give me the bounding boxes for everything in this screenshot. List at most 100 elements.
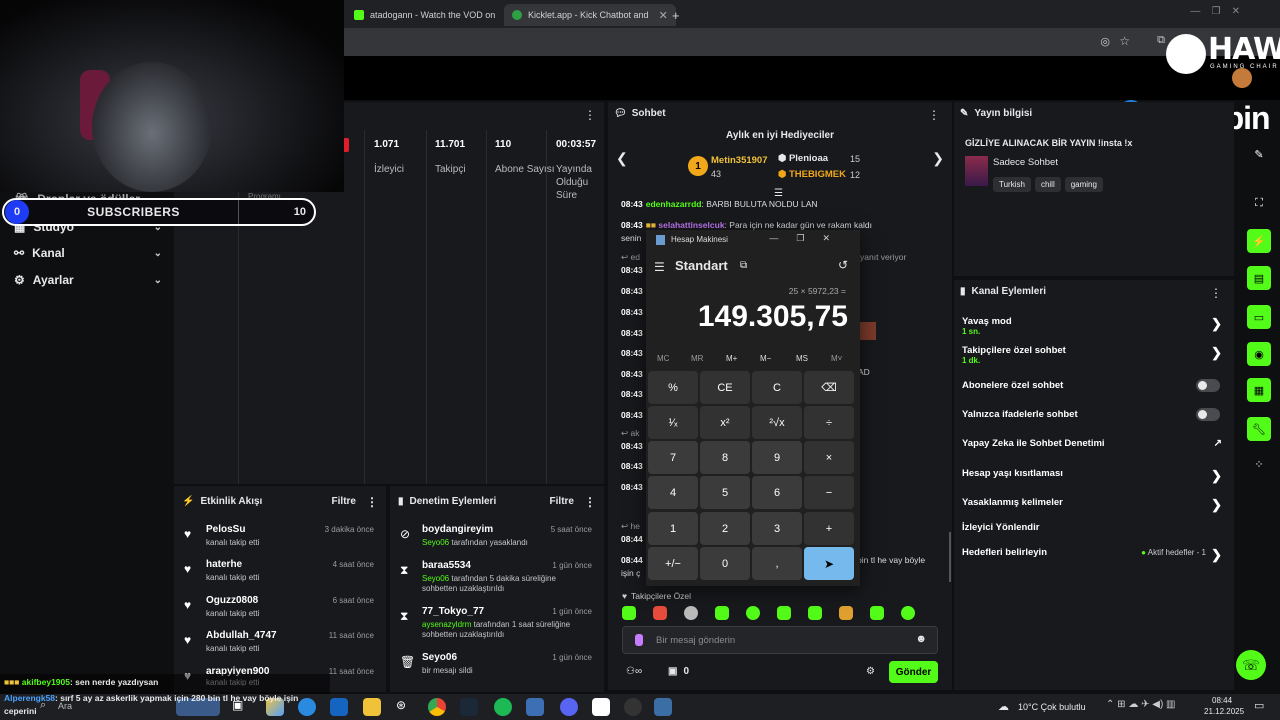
layout-icon[interactable]: ▦	[1247, 378, 1271, 402]
digit-1-key[interactable]: 1	[648, 512, 698, 545]
send-button[interactable]: Gönder	[889, 661, 938, 683]
avatar[interactable]	[1232, 68, 1252, 88]
square-root-key[interactable]: ²√x	[752, 406, 802, 439]
app-icon[interactable]	[592, 698, 610, 716]
digit-4-key[interactable]: 4	[648, 476, 698, 509]
app-icon[interactable]	[526, 698, 544, 716]
clock-time[interactable]: 08:44	[1212, 696, 1232, 705]
wrench-icon[interactable]: 🔧︎	[1247, 417, 1271, 441]
activity-filter-button[interactable]: Filtre	[332, 496, 356, 507]
divide-key[interactable]: ÷	[804, 406, 854, 439]
clear-key[interactable]: C	[752, 371, 802, 404]
clock-date[interactable]: 21.12.2025	[1204, 707, 1244, 716]
memory-add-button[interactable]: M+	[726, 354, 737, 363]
set-goals-action[interactable]: Hedefleri belirleyin ● Aktif hedefler - 1…	[962, 547, 1226, 562]
moderation-filter-button[interactable]: Filtre	[550, 496, 574, 507]
account-age-action[interactable]: Hesap yaşı kısıtlaması ❯	[962, 468, 1226, 483]
chat-scrollbar[interactable]	[949, 532, 951, 582]
negate-key[interactable]: +/−	[648, 547, 698, 580]
browser-tab-kicklet[interactable]: Kicklet.app - Kick Chatbot and ✕	[504, 4, 676, 26]
equals-key[interactable]: ➤	[804, 547, 854, 580]
emote-icon[interactable]	[715, 606, 729, 620]
raid-action[interactable]: İzleyici Yönlendir	[962, 522, 1226, 533]
calculator-window-controls[interactable]: —❐✕	[769, 233, 848, 244]
digit-9-key[interactable]: 9	[752, 441, 802, 474]
digit-2-key[interactable]: 2	[700, 512, 750, 545]
chat-users-icon[interactable]: ⚇∞	[626, 666, 642, 677]
calculator-taskbar-icon[interactable]	[654, 698, 672, 716]
banned-words-action[interactable]: Yasaklanmış kelimeler ❯	[962, 497, 1226, 512]
backspace-key[interactable]: ⌫	[804, 371, 854, 404]
emote-only-action[interactable]: Yalnızca ifadelerle sohbet	[962, 408, 1226, 421]
slow-mode-action[interactable]: Yavaş mod 1 sn. ❯	[962, 316, 1226, 336]
digit-0-key[interactable]: 0	[700, 547, 750, 580]
emote-icon[interactable]	[901, 606, 915, 620]
outlook-icon[interactable]	[330, 698, 348, 716]
emote-icon[interactable]	[839, 606, 853, 620]
digit-7-key[interactable]: 7	[648, 441, 698, 474]
emote-icon[interactable]	[777, 606, 791, 620]
subscribers-only-toggle[interactable]	[1196, 379, 1220, 392]
notifications-icon[interactable]: ▭	[1254, 699, 1264, 712]
emote-icon[interactable]	[653, 606, 667, 620]
chat-menu-icon[interactable]: ⋮	[928, 108, 940, 122]
obs-icon[interactable]	[624, 698, 642, 716]
memory-clear-button[interactable]: MC	[657, 354, 669, 363]
gifters-prev-icon[interactable]: ❮	[616, 150, 628, 167]
moderation-menu-icon[interactable]: ⋮	[584, 495, 596, 509]
chat-scroll-handle-icon[interactable]: ☰	[774, 188, 783, 199]
memory-list-button[interactable]: M˅	[831, 354, 842, 363]
xbox-icon[interactable]: ⊛	[396, 698, 414, 716]
emote-icon[interactable]	[746, 606, 760, 620]
reciprocal-key[interactable]: ¹⁄ₓ	[648, 406, 698, 439]
discord-icon[interactable]	[560, 698, 578, 716]
digit-8-key[interactable]: 8	[700, 441, 750, 474]
emote-icon[interactable]	[808, 606, 822, 620]
ai-moderation-action[interactable]: Yapay Zeka ile Sohbet Denetimi ↗	[962, 438, 1226, 449]
chat-icon[interactable]: ▭	[1247, 305, 1271, 329]
hamburger-menu-icon[interactable]: ☰	[654, 260, 665, 274]
lightning-icon[interactable]: ⚡	[1247, 229, 1271, 253]
eye-off-icon[interactable]: ◎	[1100, 35, 1110, 48]
subscribers-only-action[interactable]: Abonelere özel sohbet	[962, 379, 1226, 392]
chat-input[interactable]: Bir mesaj gönderin ☻	[622, 626, 938, 654]
broadcast-icon[interactable]: ◉	[1247, 342, 1271, 366]
tray-icons[interactable]: ⌃ ⊞ ☁ ✈ ◀) ▥	[1106, 699, 1176, 710]
sidebar-item-channel[interactable]: ⚯ Kanal ⌄	[14, 246, 162, 260]
tag[interactable]: gaming	[1064, 177, 1103, 192]
memory-recall-button[interactable]: MR	[691, 354, 703, 363]
edit-icon[interactable]: ✎	[1247, 142, 1271, 166]
microphone-icon[interactable]	[635, 634, 643, 646]
memory-subtract-button[interactable]: M−	[760, 354, 771, 363]
percent-key[interactable]: %	[648, 371, 698, 404]
emote-icon[interactable]	[870, 606, 884, 620]
memory-store-button[interactable]: MS	[796, 354, 808, 363]
steam-icon[interactable]	[460, 698, 478, 716]
more-apps-icon[interactable]: ⁘	[1247, 452, 1271, 476]
file-explorer-icon[interactable]	[363, 698, 381, 716]
subtract-key[interactable]: −	[804, 476, 854, 509]
edge-icon[interactable]	[298, 698, 316, 716]
tag[interactable]: Turkish	[993, 177, 1031, 192]
activity-menu-icon[interactable]: ⋮	[366, 495, 378, 509]
browser-tab-kick-vod[interactable]: atadogann - Watch the VOD on ✕	[346, 4, 522, 26]
sidebar-item-settings[interactable]: ⚙ Ayarlar ⌄	[14, 273, 162, 287]
weather-text[interactable]: 10°C Çok bulutlu	[1018, 702, 1086, 712]
digit-5-key[interactable]: 5	[700, 476, 750, 509]
decimal-key[interactable]: ,	[752, 547, 802, 580]
add-key[interactable]: +	[804, 512, 854, 545]
support-chat-icon[interactable]: ☏	[1236, 650, 1266, 680]
followers-only-action[interactable]: Takipçilere özel sohbet 1 dk. ❯	[962, 345, 1226, 365]
chrome-icon[interactable]	[428, 698, 446, 716]
digit-3-key[interactable]: 3	[752, 512, 802, 545]
emote-icon[interactable]	[622, 606, 636, 620]
gifters-next-icon[interactable]: ❯	[932, 150, 944, 167]
tag[interactable]: chill	[1034, 177, 1061, 192]
channel-points[interactable]: ▣ 0	[668, 666, 689, 677]
emoji-icon[interactable]: ☻	[915, 633, 927, 645]
clipboard-icon[interactable]: ▤	[1247, 266, 1271, 290]
clear-entry-key[interactable]: CE	[700, 371, 750, 404]
actions-menu-icon[interactable]: ⋮	[1210, 286, 1222, 300]
digit-6-key[interactable]: 6	[752, 476, 802, 509]
fullscreen-icon[interactable]: ⛶	[1247, 191, 1271, 215]
